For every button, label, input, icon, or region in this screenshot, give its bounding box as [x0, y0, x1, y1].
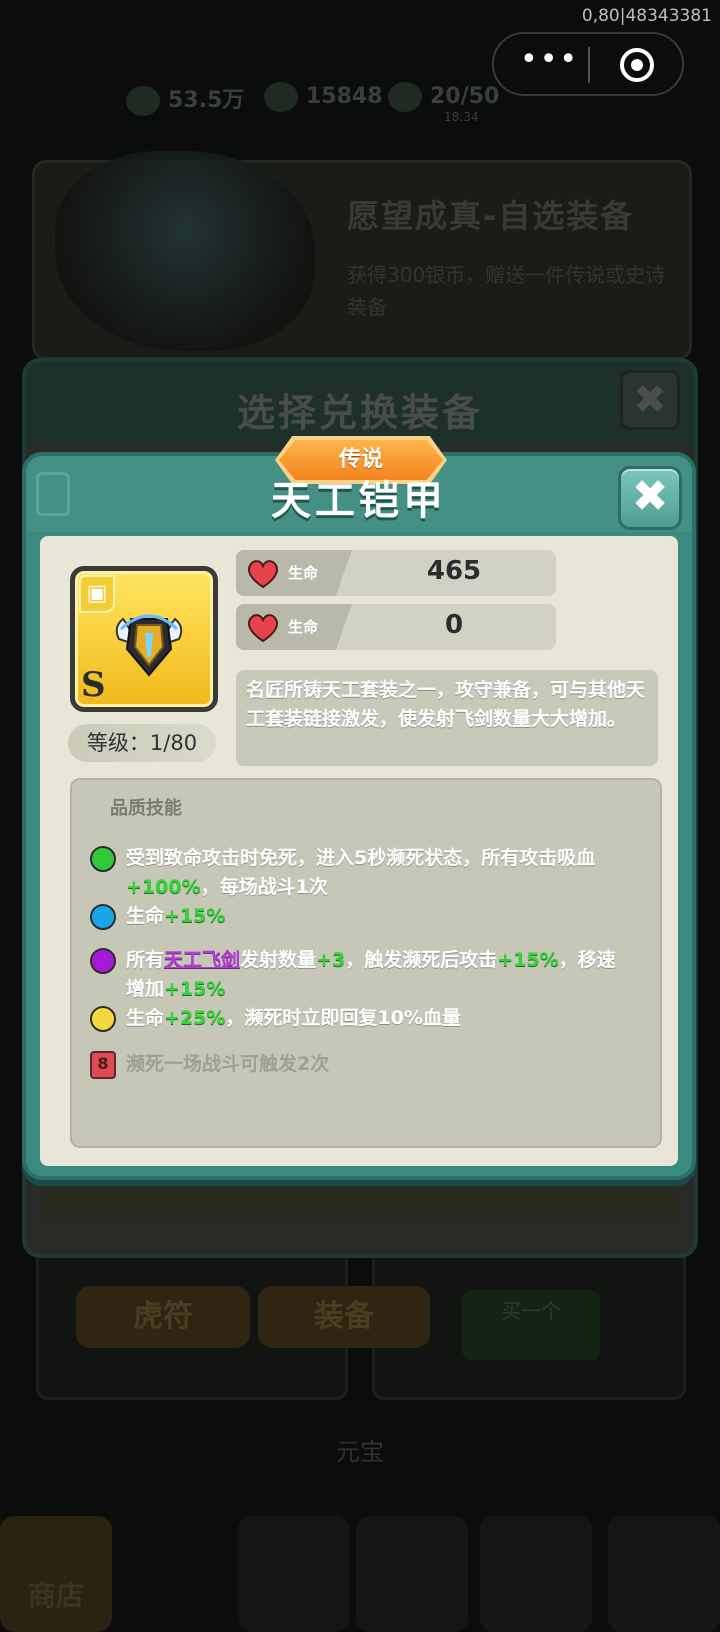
- close-button[interactable]: ✖: [618, 466, 682, 530]
- status-text: 0,80|48343381: [581, 6, 712, 26]
- item-icon: ▣ S: [70, 566, 218, 712]
- heart-icon: [264, 82, 298, 112]
- stat-label: 生命: [288, 564, 319, 582]
- close-icon: ✖: [631, 471, 669, 522]
- stat-value: 465: [426, 556, 482, 586]
- stat-label: 生命: [288, 618, 319, 636]
- buy-one-button: 买一个: [462, 1290, 600, 1360]
- quality-skills-panel: 品质技能 受到致命攻击时免死，进入5秒濒死状态，所有攻击吸血+100%，每场战斗…: [70, 778, 662, 1148]
- locked-skill-item: 8 濒死一场战斗可触发2次: [90, 1050, 630, 1079]
- tab-5: [608, 1516, 720, 1632]
- skill-item: 生命+25%，濒死时立即回复10%血量: [90, 1004, 630, 1033]
- stamina-timer: 18:34: [444, 110, 479, 124]
- more-icon[interactable]: •••: [520, 45, 577, 80]
- stamina-icon: [388, 82, 422, 112]
- equipment-button: 装备: [258, 1286, 430, 1348]
- item-detail-modal: 传说 天工铠甲 ✖ ▣ S 等级：1/80 生命 465 生命 0 名匠所铸天工…: [22, 436, 696, 1180]
- skill-item: 所有天工飞剑发射数量+3，触发濒死后攻击+15%，移速增加+15%: [90, 946, 630, 1004]
- green-quality-icon: [90, 846, 116, 872]
- tab-3: [356, 1516, 468, 1632]
- item-grade: S: [81, 665, 106, 705]
- purple-quality-icon: [90, 948, 116, 974]
- item-level: 等级：1/80: [68, 724, 216, 762]
- stat-row-1: 生命 465: [236, 550, 556, 596]
- exchange-dialog-close-icon: ✖: [620, 370, 680, 430]
- section-yuanbao: 元宝: [336, 1438, 384, 1466]
- resource-coins: 53.5万: [126, 82, 244, 116]
- armor-icon: [115, 614, 183, 677]
- skills-title: 品质技能: [110, 798, 182, 819]
- tab-shop: 商店: [0, 1516, 112, 1632]
- promo-banner: 愿望成真-自选装备 获得300银币，赠送一件传说或史诗装备: [32, 151, 692, 360]
- capsule-divider: [588, 47, 590, 83]
- stat-row-2: 生命 0: [236, 604, 556, 650]
- skill-item: 生命+15%: [90, 902, 630, 931]
- tiger-tally-button: 虎符: [76, 1286, 250, 1348]
- heart-icon: [248, 560, 278, 589]
- banner-art: [55, 151, 315, 351]
- resource-stamina: 20/50: [388, 82, 499, 112]
- armor-slot-icon: ▣: [79, 575, 115, 613]
- resource-hearts: 15848: [264, 82, 383, 112]
- yellow-quality-icon: [90, 1006, 116, 1032]
- item-description: 名匠所铸天工套装之一，攻守兼备，可与其他天工套装链接激发，使发射飞剑数量大大增加…: [236, 670, 658, 766]
- item-title: 天工铠甲: [271, 478, 447, 524]
- tab-4: [480, 1516, 592, 1632]
- exchange-dialog-title: 选择兑换装备: [236, 391, 483, 435]
- blue-quality-icon: [90, 904, 116, 930]
- locked-quality-icon: 8: [90, 1051, 116, 1079]
- skill-item: 受到致命攻击时免死，进入5秒濒死状态，所有攻击吸血+100%，每场战斗1次: [90, 844, 630, 902]
- tab-2: [238, 1516, 350, 1632]
- miniprogram-capsule: •••: [492, 32, 684, 96]
- close-miniprogram-icon[interactable]: [620, 48, 654, 82]
- stat-value: 0: [444, 610, 464, 640]
- modal-body: ▣ S 等级：1/80 生命 465 生命 0 名匠所铸天工套装之一，攻守兼备，…: [40, 536, 678, 1166]
- coin-icon: [126, 86, 160, 116]
- set-item-link[interactable]: 天工飞剑: [164, 949, 240, 971]
- banner-desc: 获得300银币，赠送一件传说或史诗装备: [347, 263, 666, 319]
- banner-title: 愿望成真-自选装备: [347, 197, 635, 235]
- heart-icon: [248, 614, 278, 643]
